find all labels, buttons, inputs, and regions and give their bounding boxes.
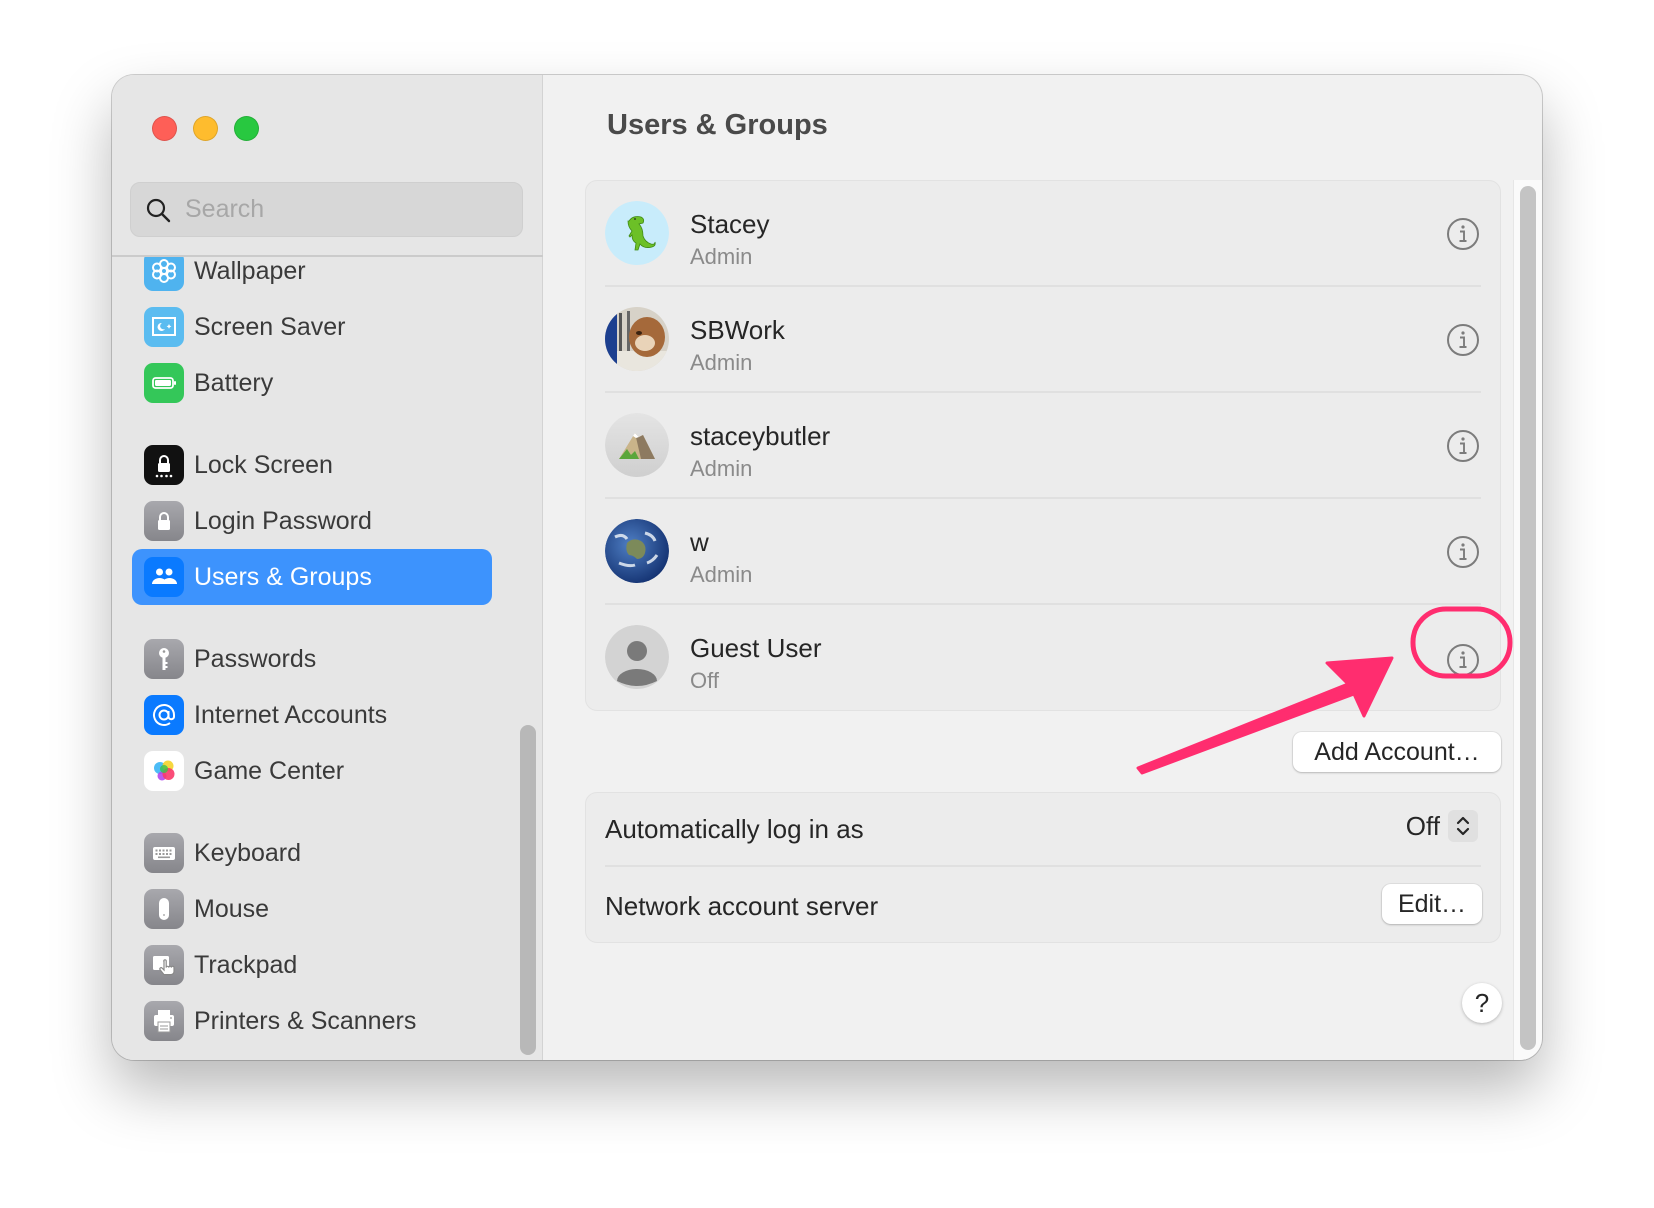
sidebar-item-label: Passwords [194, 644, 317, 673]
search-input[interactable] [185, 195, 505, 224]
auto-login-row: Automatically log in as Off [586, 793, 1500, 867]
wallpaper-icon [144, 257, 184, 291]
sidebar-item-label: Battery [194, 368, 274, 397]
earth-avatar [605, 519, 669, 583]
sidebar-item-battery[interactable]: Battery [132, 355, 492, 411]
sidebar-item-keyboard[interactable]: Keyboard [132, 825, 492, 881]
game-center-icon [144, 751, 184, 791]
screen-saver-icon [144, 307, 184, 347]
guest-user-info-button[interactable] [1446, 643, 1480, 677]
sidebar-item-users-groups[interactable]: Users & Groups [132, 549, 492, 605]
user-role: Admin [690, 456, 753, 481]
sidebar-item-label: Users & Groups [194, 562, 372, 591]
lock-screen-icon [144, 445, 184, 485]
user-info-button[interactable] [1446, 535, 1480, 569]
printer-icon [144, 1001, 184, 1041]
login-settings: Automatically log in as Off Network acco… [585, 792, 1501, 943]
sidebar-item-label: Wallpaper [194, 257, 306, 285]
sidebar: Wallpaper Screen Saver Battery [112, 75, 543, 1060]
info-icon [1447, 536, 1479, 568]
user-row: Stacey Admin [586, 181, 1500, 287]
main-scrollbar[interactable] [1520, 186, 1536, 1050]
chevron-up-down-icon [1448, 810, 1478, 842]
user-role: Off [690, 668, 719, 693]
auto-login-value: Off [1405, 810, 1440, 841]
close-button[interactable] [152, 116, 177, 141]
mountain-avatar [605, 413, 669, 477]
user-row: staceybutler Admin [586, 393, 1500, 499]
user-row-guest: Guest User Off [586, 605, 1500, 711]
user-role: Admin [690, 562, 753, 587]
system-settings-window: Wallpaper Screen Saver Battery [112, 75, 1542, 1060]
sidebar-item-label: Mouse [194, 894, 270, 923]
user-name: Stacey [690, 209, 770, 239]
info-icon [1447, 324, 1479, 356]
dinosaur-avatar [605, 201, 669, 265]
user-info-button[interactable] [1446, 323, 1480, 357]
sidebar-item-internet-accounts[interactable]: Internet Accounts [132, 687, 492, 743]
info-icon [1447, 430, 1479, 462]
user-role: Admin [690, 350, 753, 375]
users-list: Stacey Admin SBWork Admin staceybutler A… [585, 180, 1501, 711]
sidebar-list: Wallpaper Screen Saver Battery Lock Scre… [112, 257, 543, 1060]
page-title: Users & Groups [607, 109, 828, 141]
at-icon [144, 695, 184, 735]
network-server-row: Network account server Edit… [586, 867, 1500, 941]
sidebar-item-passwords[interactable]: Passwords [132, 631, 492, 687]
sidebar-item-label: Login Password [194, 506, 372, 535]
help-button[interactable]: ? [1462, 983, 1502, 1023]
zoom-button[interactable] [234, 116, 259, 141]
auto-login-label: Automatically log in as [605, 814, 864, 844]
sidebar-scrollbar[interactable] [520, 725, 536, 1055]
generic-person-avatar [605, 625, 669, 689]
sidebar-item-game-center[interactable]: Game Center [132, 743, 492, 799]
sidebar-item-login-password[interactable]: Login Password [132, 493, 492, 549]
search-icon [146, 198, 171, 222]
sidebar-item-label: Internet Accounts [194, 700, 388, 729]
user-row: SBWork Admin [586, 287, 1500, 393]
keyboard-icon [144, 833, 184, 873]
sidebar-item-screen-saver[interactable]: Screen Saver [132, 299, 492, 355]
dog-photo-avatar [605, 307, 669, 371]
sidebar-item-label: Game Center [194, 756, 345, 785]
sidebar-item-printers-scanners[interactable]: Printers & Scanners [132, 993, 492, 1049]
sidebar-item-label: Trackpad [194, 950, 298, 979]
network-server-label: Network account server [605, 891, 879, 921]
user-info-button[interactable] [1446, 217, 1480, 251]
trackpad-icon [144, 945, 184, 985]
user-info-button[interactable] [1446, 429, 1480, 463]
users-icon [144, 557, 184, 597]
sidebar-item-label: Printers & Scanners [194, 1006, 417, 1035]
main-content: Users & Groups Stacey Admin SBWork Admin… [544, 75, 1542, 1060]
sidebar-item-mouse[interactable]: Mouse [132, 881, 492, 937]
mouse-icon [144, 889, 184, 929]
info-icon [1447, 644, 1479, 676]
user-name: w [690, 527, 709, 557]
add-account-button[interactable]: Add Account… [1293, 732, 1501, 772]
battery-icon [144, 363, 184, 403]
user-name: SBWork [690, 315, 785, 345]
user-role: Admin [690, 244, 753, 269]
minimize-button[interactable] [193, 116, 218, 141]
sidebar-item-wallpaper[interactable]: Wallpaper [132, 257, 492, 299]
key-icon [144, 639, 184, 679]
sidebar-item-label: Screen Saver [194, 312, 346, 341]
edit-network-server-button[interactable]: Edit… [1382, 884, 1482, 924]
sidebar-item-label: Keyboard [194, 838, 302, 867]
user-name: staceybutler [690, 421, 831, 451]
search-field[interactable] [130, 182, 523, 237]
info-icon [1447, 218, 1479, 250]
sidebar-item-trackpad[interactable]: Trackpad [132, 937, 492, 993]
user-row: w Admin [586, 499, 1500, 605]
lock-icon [144, 501, 184, 541]
user-name: Guest User [690, 633, 822, 663]
auto-login-popup[interactable]: Off [1406, 809, 1478, 843]
sidebar-item-label: Lock Screen [194, 450, 333, 479]
window-controls [152, 116, 259, 141]
sidebar-item-lock-screen[interactable]: Lock Screen [132, 437, 492, 493]
